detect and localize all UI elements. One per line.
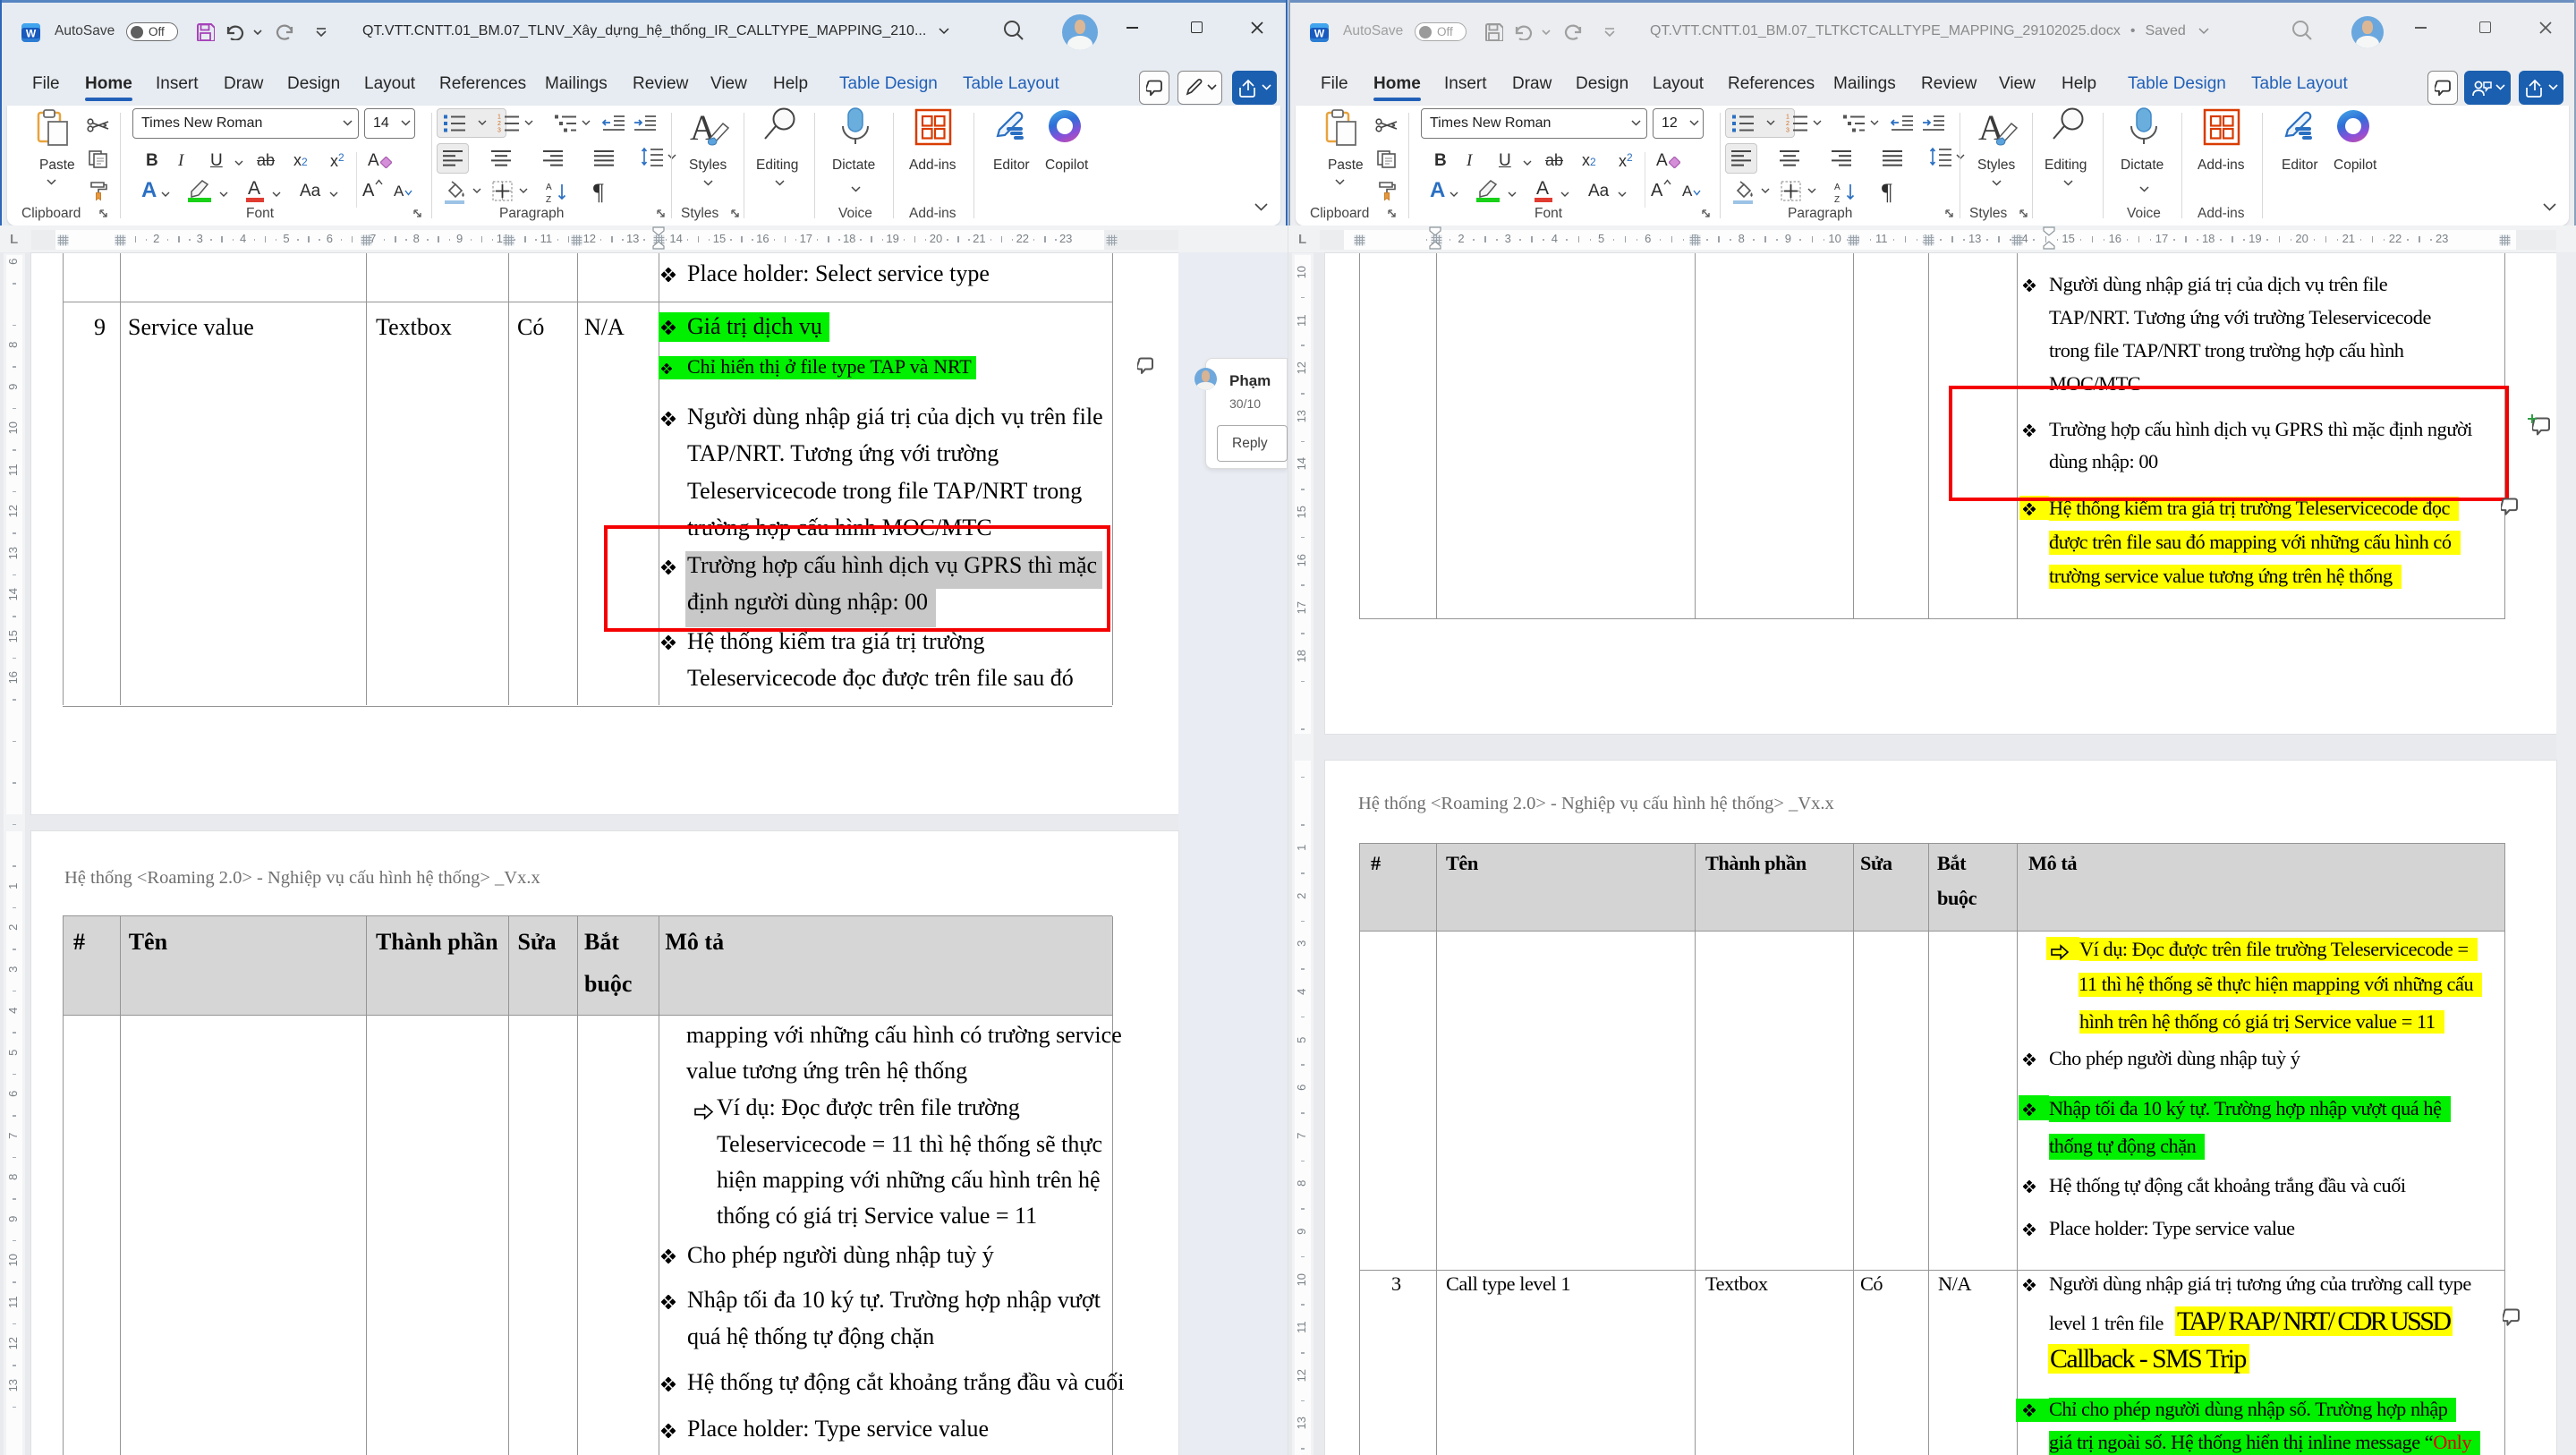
svg-text:1: 1 (1786, 115, 1790, 121)
svg-text:A: A (1834, 183, 1841, 192)
svg-text:3: 3 (497, 128, 501, 134)
svg-text:Z: Z (1834, 195, 1840, 204)
svg-text:W: W (26, 28, 37, 40)
svg-text:A: A (546, 183, 552, 192)
svg-text:W: W (1314, 28, 1325, 40)
svg-text:2: 2 (1786, 121, 1790, 127)
svg-text:Z: Z (546, 195, 551, 204)
svg-text:2: 2 (497, 121, 501, 127)
svg-text:1: 1 (497, 115, 501, 121)
svg-text:3: 3 (1786, 128, 1790, 134)
